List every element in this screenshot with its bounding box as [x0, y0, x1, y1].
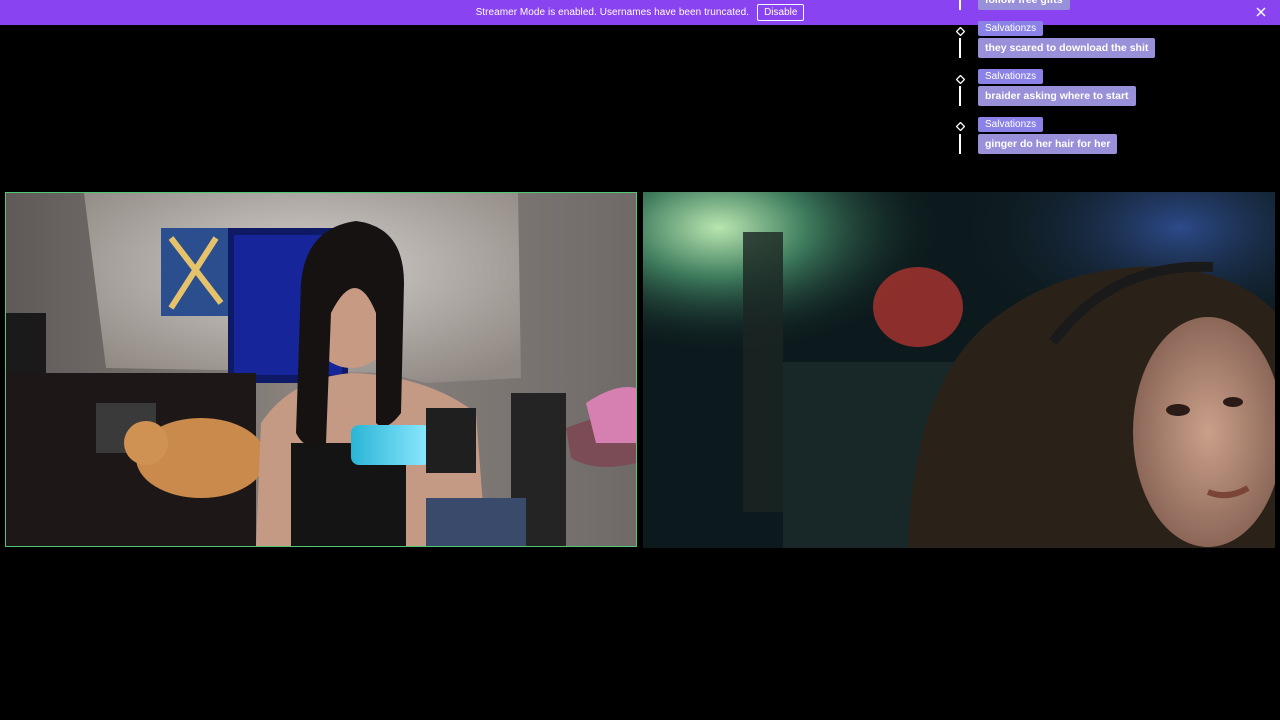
chat-timeline: [959, 134, 961, 154]
diamond-icon: [955, 23, 966, 37]
chat-timeline: [959, 38, 961, 58]
chat-message: braider asking where to start: [978, 86, 1136, 106]
chat-timeline: [959, 0, 961, 10]
video-feed: [6, 193, 636, 546]
video-feed: [643, 192, 1275, 548]
chat-message: they scared to download the shit: [978, 38, 1156, 58]
stream-stage: Streamer Mode is enabled. Usernames have…: [0, 0, 1280, 720]
chat-username[interactable]: Salvationzs: [978, 117, 1044, 132]
chat-username[interactable]: Salvationzs: [978, 21, 1044, 36]
disable-button[interactable]: Disable: [757, 4, 805, 21]
video-tile-streamer[interactable]: [5, 192, 637, 547]
banner-text: Streamer Mode is enabled. Usernames have…: [475, 7, 750, 18]
diamond-icon: [955, 71, 966, 85]
chat-username[interactable]: Salvationzs: [978, 69, 1044, 84]
video-tile-guest[interactable]: [643, 192, 1275, 548]
chat-timeline: [959, 86, 961, 106]
chat-message: ginger do her hair for her: [978, 134, 1118, 154]
close-icon[interactable]: [1254, 5, 1268, 19]
diamond-icon: [955, 118, 966, 132]
chat-message: follow free gifts: [978, 0, 1070, 10]
chat-overlay: follow free gifts Salvationzs they scare…: [952, 0, 1212, 160]
